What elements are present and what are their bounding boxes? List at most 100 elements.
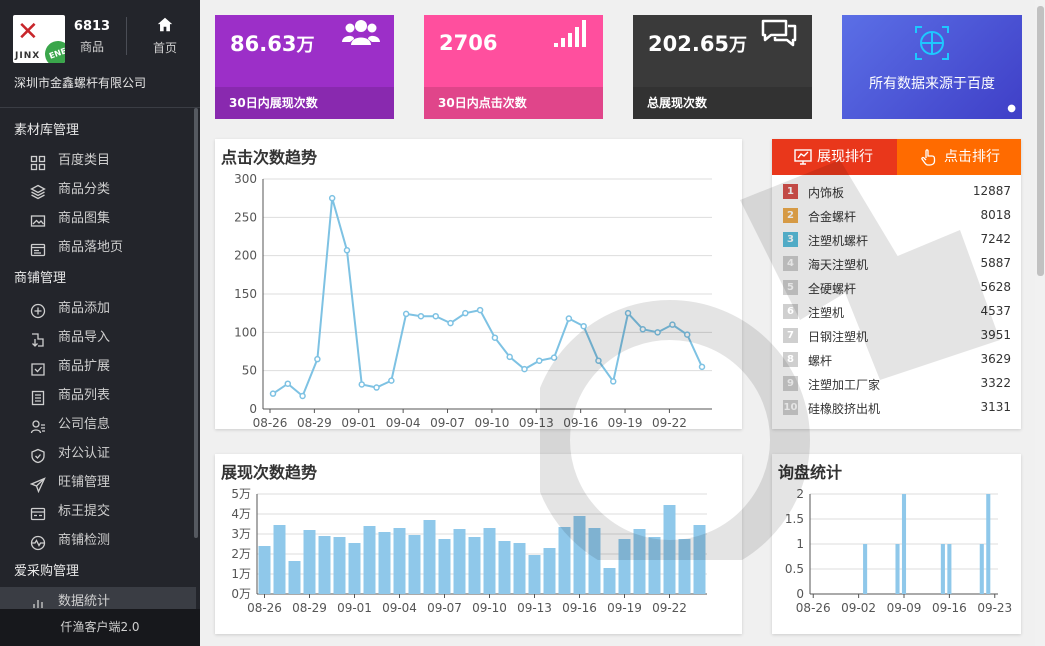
logo-text: JINX: [15, 51, 41, 61]
x-tick-label: 09-16: [563, 416, 598, 429]
tab-click-rank[interactable]: 点击排行: [897, 139, 1021, 175]
rank-row[interactable]: 1 内饰板 12887: [772, 180, 1021, 204]
y-tick-label: 150: [234, 287, 257, 301]
rank-row[interactable]: 8 螺杆 3629: [772, 348, 1021, 372]
impression-bar: [318, 536, 331, 594]
sidebar-item-label: 商品分类: [58, 182, 111, 197]
impression-bar: [528, 555, 541, 594]
impression-bar: [558, 527, 571, 594]
list-icon: [30, 388, 46, 406]
click-data-point: [683, 331, 691, 338]
x-tick-label: 09-13: [517, 601, 552, 615]
sidebar-item-shop-check[interactable]: 商铺检测: [0, 526, 196, 555]
rank-row[interactable]: 7 日钢注塑机 3951: [772, 324, 1021, 348]
click-data-point: [373, 384, 380, 391]
impression-bar: [273, 525, 286, 594]
impression-bar: [483, 528, 496, 594]
sidebar-item-label: 商铺检测: [58, 533, 111, 548]
tab-impression-rank[interactable]: 展现排行: [772, 139, 897, 175]
y-tick-label: 4万: [231, 507, 251, 521]
rank-badge: 7: [783, 328, 798, 343]
sidebar-item-product-expand[interactable]: 商品扩展: [0, 352, 196, 381]
inquiry-bar: [986, 494, 991, 594]
rank-badge: 5: [783, 280, 798, 295]
inquiry-bar: [940, 544, 945, 594]
impression-bar: [543, 548, 556, 594]
baidu-paw-icon: ●: [1007, 103, 1016, 114]
rank-row[interactable]: 9 注塑加工厂家 3322: [772, 372, 1021, 396]
x-tick-label: 08-26: [247, 601, 282, 615]
sidebar-item-baidu-category[interactable]: 百度类目: [0, 146, 196, 175]
sidebar-item-public-auth[interactable]: 对公认证: [0, 439, 196, 468]
y-tick-label: 2万: [231, 547, 251, 561]
sidebar-scrollbar[interactable]: [194, 108, 198, 538]
impression-bar: [618, 539, 631, 594]
inquiry-bar: [863, 544, 868, 594]
stat-card-30d-clicks[interactable]: 2706 30日内点击次数: [424, 15, 603, 119]
y-tick-label: 1: [796, 537, 804, 551]
impression-bar: [363, 526, 376, 594]
home-button[interactable]: 首页: [145, 16, 185, 56]
rank-badge: 2: [783, 208, 798, 223]
x-tick-label: 09-01: [341, 416, 376, 429]
rank-keyword: 螺杆: [808, 354, 833, 368]
click-data-point: [609, 378, 617, 385]
company-logo: ✕ JINX ENE: [13, 15, 65, 63]
sidebar-item-product-import[interactable]: 商品导入: [0, 323, 196, 352]
submit-icon: [30, 504, 46, 521]
impression-bar: [603, 568, 616, 594]
impression-bar: [513, 543, 526, 594]
y-tick-label: 3万: [231, 527, 251, 541]
sidebar-item-keyword-submit[interactable]: 标王提交: [0, 497, 196, 526]
sidebar-item-product-add[interactable]: 商品添加: [0, 294, 196, 323]
y-tick-label: 200: [234, 249, 257, 263]
impression-bar: [693, 525, 706, 594]
tab-label: 展现排行: [817, 149, 873, 165]
sidebar-item-label: 商品图集: [58, 211, 111, 226]
stat-label: 总展现次数: [633, 87, 812, 119]
rank-row[interactable]: 2 合金螺杆 8018: [772, 204, 1021, 228]
click-data-point: [328, 194, 336, 202]
inquiry-stats-title: 询盘统计: [778, 463, 843, 482]
click-data-point: [358, 381, 366, 388]
y-tick-label: 0: [796, 587, 804, 601]
brand-area: ✕ JINX ENE 6813 商品 首页 深圳市金鑫螺杆有限公司: [0, 0, 200, 108]
stat-value: 86.63万: [230, 32, 315, 56]
rank-row[interactable]: 5 全硬螺杆 5628: [772, 276, 1021, 300]
main-content: 86.63万 30日内展现次数 2706 30日内点击次数 202.65万 总展…: [200, 0, 1045, 646]
x-tick-label: 09-04: [386, 416, 421, 429]
sidebar-item-company-info[interactable]: 公司信息: [0, 410, 196, 439]
rank-row[interactable]: 10 硅橡胶挤出机 3131: [772, 396, 1021, 420]
sidebar-item-landing-page[interactable]: 商品落地页: [0, 233, 196, 262]
rank-badge: 1: [783, 184, 798, 199]
rank-count: 8018: [980, 208, 1011, 222]
stat-card-total-impressions[interactable]: 202.65万 总展现次数: [633, 15, 812, 119]
x-tick-label: 08-26: [796, 601, 831, 615]
page-scrollbar-thumb[interactable]: [1037, 6, 1044, 276]
divider: [126, 17, 127, 55]
click-data-point: [269, 390, 277, 397]
page-scrollbar[interactable]: [1035, 0, 1045, 646]
rank-row[interactable]: 6 注塑机 4537: [772, 300, 1021, 324]
click-data-point: [476, 306, 484, 314]
rank-row[interactable]: 4 海天注塑机 5887: [772, 252, 1021, 276]
sidebar-item-shop-manage[interactable]: 旺铺管理: [0, 468, 196, 497]
click-trend-panel: 点击次数趋势 0 50 100 150 200 250 300 08-26 08-29 09-01…: [215, 139, 742, 430]
sidebar-item-label: 对公认证: [58, 446, 111, 461]
sidebar-item-product-gallery[interactable]: 商品图集: [0, 204, 196, 233]
product-count[interactable]: 6813 商品: [72, 19, 112, 55]
client-version: 仟渔客户端2.0: [0, 609, 200, 646]
rank-keyword: 注塑加工厂家: [808, 378, 881, 392]
sidebar-item-product-category[interactable]: 商品分类: [0, 175, 196, 204]
click-data-point: [417, 312, 425, 320]
x-tick-label: 08-29: [297, 416, 332, 429]
rank-row[interactable]: 3 注塑机螺杆 7242: [772, 228, 1021, 252]
impression-bar: [498, 541, 511, 594]
sidebar-item-product-list[interactable]: 商品列表: [0, 381, 196, 410]
rank-keyword: 海天注塑机: [808, 258, 869, 272]
impression-bar: [288, 561, 301, 594]
stat-card-30d-impressions[interactable]: 86.63万 30日内展现次数: [215, 15, 394, 119]
rank-keyword: 日钢注塑机: [808, 330, 869, 344]
click-data-point: [343, 247, 351, 254]
layers-icon: [30, 182, 46, 200]
